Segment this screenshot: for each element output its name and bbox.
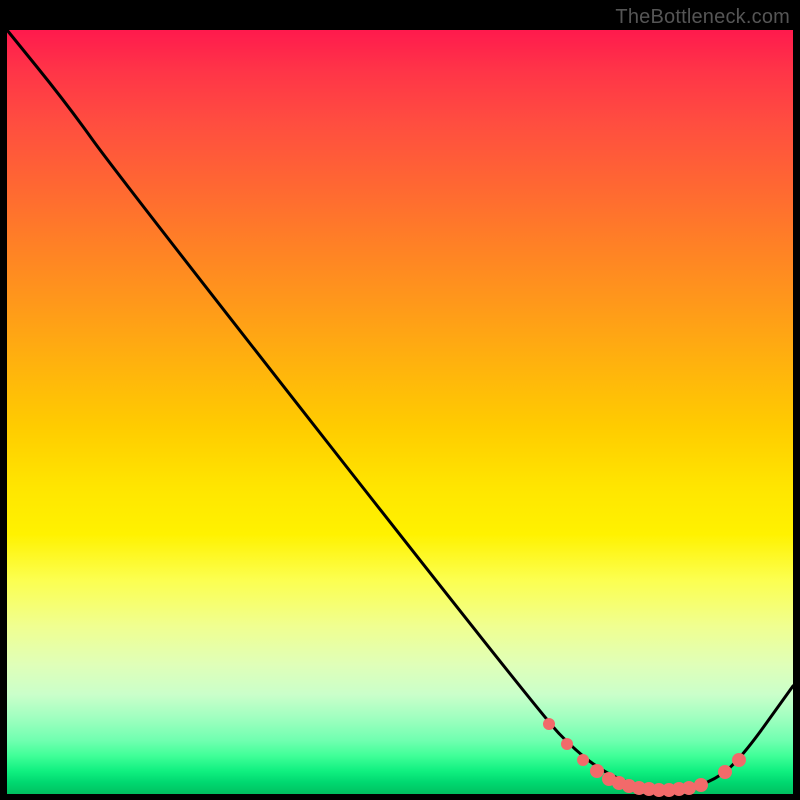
- curve-markers: [543, 718, 746, 797]
- curve-svg: [7, 30, 793, 794]
- curve-line: [7, 30, 793, 789]
- chart-frame: [7, 30, 793, 794]
- plot-area: [7, 30, 793, 794]
- attribution-text: TheBottleneck.com: [615, 6, 790, 29]
